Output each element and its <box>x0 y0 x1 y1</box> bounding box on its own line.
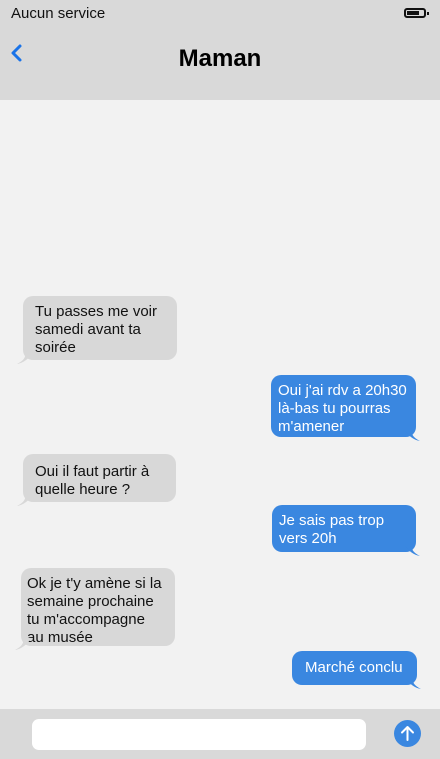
message-line: tu m'accompagne <box>27 611 145 628</box>
bubble-tail <box>404 544 420 556</box>
send-button[interactable] <box>394 720 421 747</box>
bubble-tail <box>15 638 31 650</box>
message-line: au musée <box>27 629 93 646</box>
carrier-label: Aucun service <box>11 5 106 22</box>
message-line: Oui il faut partir à <box>35 463 150 480</box>
bubble-tail <box>17 352 33 364</box>
message-input[interactable] <box>32 719 366 750</box>
message-line: là-bas tu pourras <box>278 400 391 417</box>
message-line: vers 20h <box>279 530 337 547</box>
message-line: semaine prochaine <box>27 593 154 610</box>
message-line: quelle heure ? <box>35 481 131 498</box>
bubble-tail <box>404 429 420 441</box>
message-bubble-incoming: Ok je t'y amène si la semaine prochaine … <box>15 568 175 650</box>
message-bubble-incoming: Oui il faut partir à quelle heure ? <box>17 454 176 506</box>
message-bubble-incoming: Tu passes me voir samedi avant ta soirée <box>17 296 177 364</box>
message-line: m'amener <box>278 418 345 435</box>
message-thread: Tu passes me voir samedi avant ta soirée… <box>0 100 440 709</box>
bubble-tail <box>17 494 33 506</box>
message-line: soirée <box>35 339 76 356</box>
arrow-up-icon <box>401 726 414 741</box>
bubble-tail <box>405 677 421 689</box>
message-bubble-outgoing: Marché conclu <box>292 651 421 689</box>
message-line: Oui j'ai rdv a 20h30 <box>278 382 407 399</box>
message-line: Je sais pas trop <box>279 512 385 529</box>
message-line: Tu passes me voir <box>35 303 157 320</box>
message-bubble-outgoing: Oui j'ai rdv a 20h30 là-bas tu pourras m… <box>271 375 420 441</box>
message-composer <box>0 709 440 759</box>
navigation-header: Aucun service Maman <box>0 0 440 100</box>
message-line: Ok je t'y amène si la <box>27 575 162 592</box>
message-bubble-outgoing: Je sais pas trop vers 20h <box>272 505 420 556</box>
contact-title: Maman <box>178 45 262 72</box>
message-line: Marché conclu <box>305 659 403 676</box>
battery-icon <box>404 8 429 18</box>
message-line: samedi avant ta <box>35 321 141 338</box>
